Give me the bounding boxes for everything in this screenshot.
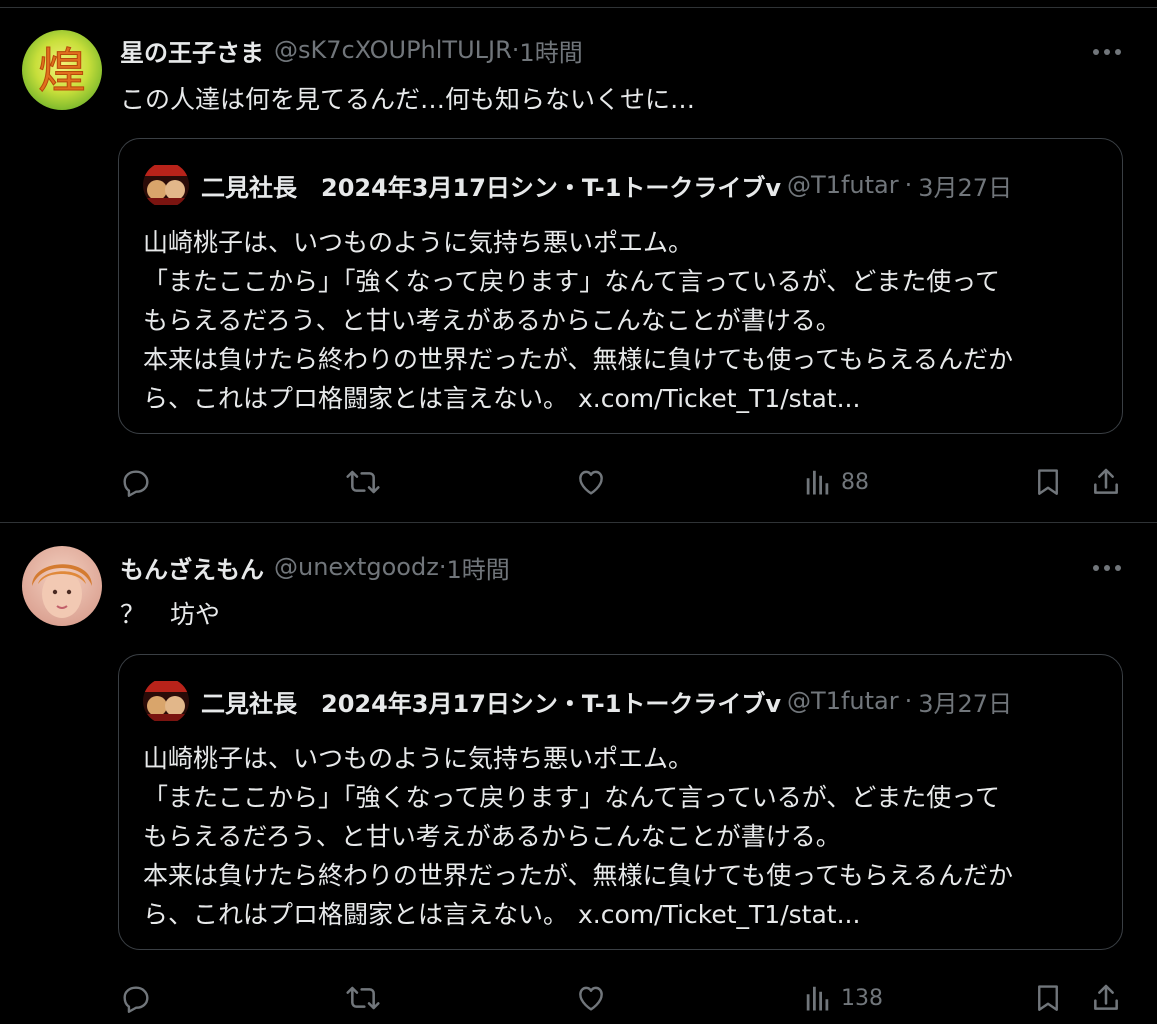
quote-timestamp: 3月27日: [918, 173, 1013, 202]
quote-avatar-image: [143, 681, 189, 721]
tweet-text: この人達は何を見てるんだ…何も知らないくせに…: [120, 85, 696, 114]
bar-chart-icon: [806, 986, 829, 1011]
quote-line: 「またここから」「強くなって戻ります」なんて言っているが、どまた使って: [143, 783, 1001, 812]
quote-header: 二見社長 2024年3月17日シン・T-1トークライブv @T1futar · …: [143, 681, 1103, 721]
views-button[interactable]: 138: [803, 978, 883, 1018]
action-bar: 88: [0, 462, 1157, 502]
more-horizontal-icon: [1093, 565, 1121, 571]
reply-icon: [123, 470, 149, 497]
action-bar: 138: [0, 978, 1157, 1018]
quote-avatar: [143, 681, 189, 721]
quote-line: もらえるだろう、と甘い考えがあるからこんなことが書ける。: [143, 822, 841, 851]
more-horizontal-icon: [1093, 49, 1121, 55]
more-button[interactable]: [1090, 556, 1124, 580]
views-count: 88: [841, 469, 869, 495]
quote-text: 山崎桃子は、いつものように気持ち悪いポエム。 「またここから」「強くなって戻りま…: [143, 223, 1013, 418]
bar-chart-icon: [806, 470, 829, 495]
tweet-header: 星の王子さま @sK7cXOUPhlTULJR · 1時間: [120, 32, 583, 68]
quote-line: 「またここから」「強くなって戻ります」なんて言っているが、どまた使って: [143, 267, 1001, 296]
quote-line: もらえるだろう、と甘い考えがあるからこんなことが書ける。: [143, 306, 841, 335]
views-count: 138: [841, 985, 883, 1011]
quote-text: 山崎桃子は、いつものように気持ち悪いポエム。 「またここから」「強くなって戻りま…: [143, 739, 1013, 934]
heart-icon: [579, 470, 603, 495]
avatar[interactable]: 煌: [22, 30, 102, 110]
avatar-glyph: 煌: [38, 43, 86, 99]
share-button[interactable]: [1090, 978, 1122, 1018]
quote-author-name[interactable]: 二見社長 2024年3月17日シン・T-1トークライブv: [201, 684, 781, 719]
quote-author-handle[interactable]: @T1futar: [787, 687, 899, 715]
quote-line: 山崎桃子は、いつものように気持ち悪いポエム。: [143, 228, 694, 257]
quote-author-handle[interactable]: @T1futar: [787, 171, 899, 199]
author-name[interactable]: もんざえもん: [120, 550, 264, 585]
like-button[interactable]: [574, 462, 608, 502]
tweet-text: ？ 坊や: [120, 600, 221, 629]
retweet-icon: [346, 470, 380, 494]
quote-line-text: ら、これはプロ格闘家とは言えない。: [143, 384, 569, 413]
quote-avatar: [143, 165, 189, 205]
quote-author-name[interactable]: 二見社長 2024年3月17日シン・T-1トークライブv: [201, 168, 781, 203]
quote-line: 本来は負けたら終わりの世界だったが、無様に負けても使ってもらえるんだか: [143, 345, 1014, 374]
timestamp[interactable]: 1時間: [446, 550, 509, 585]
quote-link[interactable]: x.com/Ticket_T1/stat...: [578, 384, 860, 413]
timestamp[interactable]: 1時間: [519, 33, 582, 68]
reply-icon: [123, 986, 149, 1013]
quote-timestamp: 3月27日: [918, 689, 1013, 718]
author-name[interactable]: 星の王子さま: [120, 33, 264, 68]
views-button[interactable]: 88: [803, 462, 869, 502]
share-icon: [1094, 468, 1118, 494]
avatar-image: [22, 546, 102, 626]
retweet-button[interactable]: [345, 978, 381, 1018]
tweet[interactable]: もんざえもん @unextgoodz · 1時間 ？ 坊や 二見社長 2024年…: [0, 523, 1157, 1024]
bookmark-button[interactable]: [1033, 978, 1063, 1018]
quote-avatar-image: [143, 165, 189, 205]
quote-header: 二見社長 2024年3月17日シン・T-1トークライブv @T1futar · …: [143, 165, 1103, 205]
quote-line: 本来は負けたら終わりの世界だったが、無様に負けても使ってもらえるんだか: [143, 861, 1014, 890]
meta-separator: ·: [438, 553, 447, 581]
quote-line-last: ら、これはプロ格闘家とは言えない。 x.com/Ticket_T1/stat...: [143, 379, 1013, 418]
avatar-image: 煌: [22, 30, 102, 110]
retweet-button[interactable]: [345, 462, 381, 502]
more-button[interactable]: [1090, 40, 1124, 64]
bookmark-icon: [1038, 985, 1058, 1011]
meta-separator: ·: [511, 36, 520, 64]
quote-line: 山崎桃子は、いつものように気持ち悪いポエム。: [143, 744, 694, 773]
tweet[interactable]: 煌 星の王子さま @sK7cXOUPhlTULJR · 1時間 この人達は何を見…: [0, 0, 1157, 522]
like-button[interactable]: [574, 978, 608, 1018]
bookmark-button[interactable]: [1033, 462, 1063, 502]
reply-button[interactable]: [120, 462, 152, 502]
author-handle[interactable]: @unextgoodz: [274, 553, 439, 581]
quote-meta-separator: ·: [904, 171, 913, 199]
tweet-header: もんざえもん @unextgoodz · 1時間: [120, 549, 510, 585]
quote-tweet[interactable]: 二見社長 2024年3月17日シン・T-1トークライブv @T1futar · …: [118, 654, 1123, 950]
bookmark-icon: [1038, 469, 1058, 495]
quote-line-text: ら、これはプロ格闘家とは言えない。: [143, 900, 569, 929]
quote-meta-separator: ·: [904, 687, 913, 715]
quote-link[interactable]: x.com/Ticket_T1/stat...: [578, 900, 860, 929]
share-button[interactable]: [1090, 462, 1122, 502]
retweet-icon: [346, 986, 380, 1010]
quote-tweet[interactable]: 二見社長 2024年3月17日シン・T-1トークライブv @T1futar · …: [118, 138, 1123, 434]
heart-icon: [579, 986, 603, 1011]
avatar[interactable]: [22, 546, 102, 626]
share-icon: [1094, 984, 1118, 1010]
reply-button[interactable]: [120, 978, 152, 1018]
quote-line-last: ら、これはプロ格闘家とは言えない。 x.com/Ticket_T1/stat...: [143, 895, 1013, 934]
author-handle[interactable]: @sK7cXOUPhlTULJR: [274, 36, 512, 64]
